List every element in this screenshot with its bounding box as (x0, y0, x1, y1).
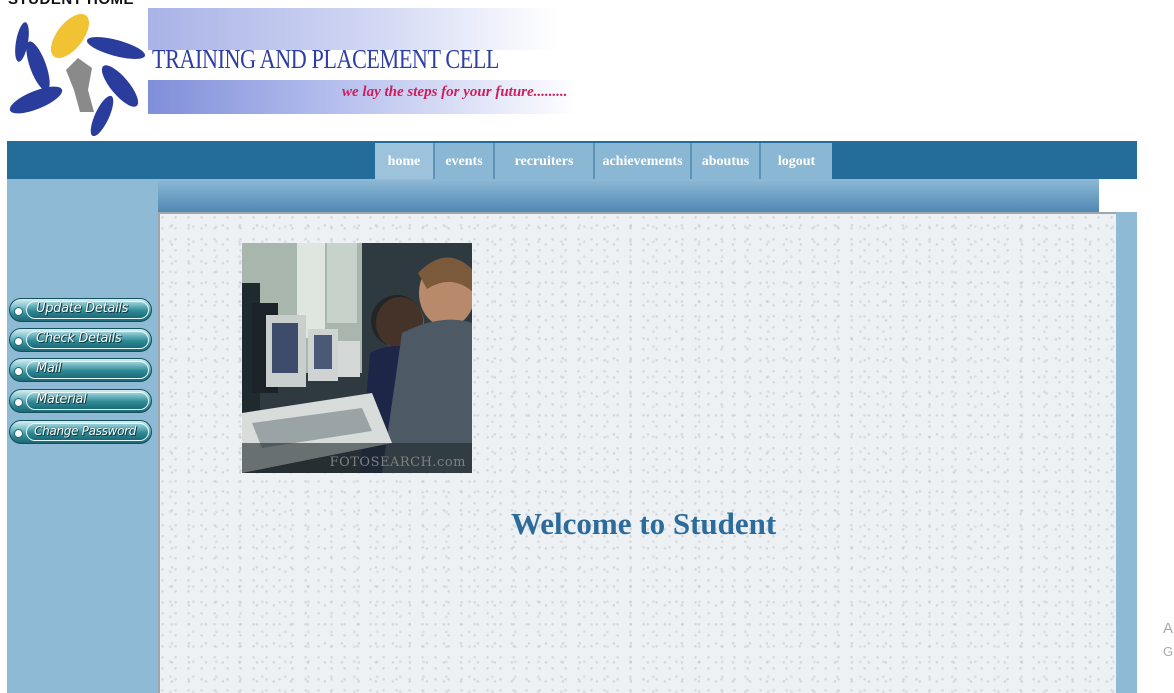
button-label: Material (36, 392, 87, 407)
bullet-icon (14, 337, 23, 346)
welcome-heading: Welcome to Student (511, 506, 777, 541)
change-password-button[interactable]: Change Password (9, 420, 152, 444)
photo-credit-watermark: FOTOSEARCH.com (329, 455, 466, 470)
logo-icon (9, 14, 146, 136)
button-label: Check Details (36, 331, 122, 346)
button-label: Change Password (34, 424, 137, 438)
windows-activation-overlay: A G (1163, 617, 1173, 663)
header-gap (1099, 179, 1137, 212)
button-label: Mail (36, 361, 62, 376)
mail-button[interactable]: Mail (9, 358, 152, 382)
bullet-icon (14, 398, 23, 407)
students-photo: FOTOSEARCH.com (242, 243, 472, 473)
check-details-button[interactable]: Check Details (9, 328, 152, 352)
main-navbar: home events recruiters achievements abou… (7, 141, 1137, 179)
nav-aboutus[interactable]: aboutus (692, 143, 761, 179)
update-details-button[interactable]: Update Details (9, 298, 152, 322)
students-at-computers-image (242, 243, 472, 473)
overlay-line-1: A (1163, 620, 1174, 637)
nav-recruiters[interactable]: recruiters (495, 143, 595, 179)
nav-logout[interactable]: logout (761, 143, 832, 179)
brand-title: TRAINING AND PLACEMENT CELL (152, 44, 500, 74)
bullet-icon (14, 307, 23, 316)
bullet-icon (14, 367, 23, 376)
nav-achievements[interactable]: achievements (595, 143, 692, 179)
content-header-bar (158, 179, 1099, 212)
material-button[interactable]: Material (9, 389, 152, 413)
button-label: Update Details (36, 301, 129, 316)
nav-events[interactable]: events (435, 143, 495, 179)
brand-tagline: we lay the steps for your future........… (342, 84, 568, 100)
overlay-line-2: G (1163, 644, 1174, 659)
page-caption: STUDENT HOME (8, 0, 134, 8)
right-rail (1116, 212, 1137, 693)
bullet-icon (14, 429, 23, 438)
nav-home[interactable]: home (375, 143, 435, 179)
